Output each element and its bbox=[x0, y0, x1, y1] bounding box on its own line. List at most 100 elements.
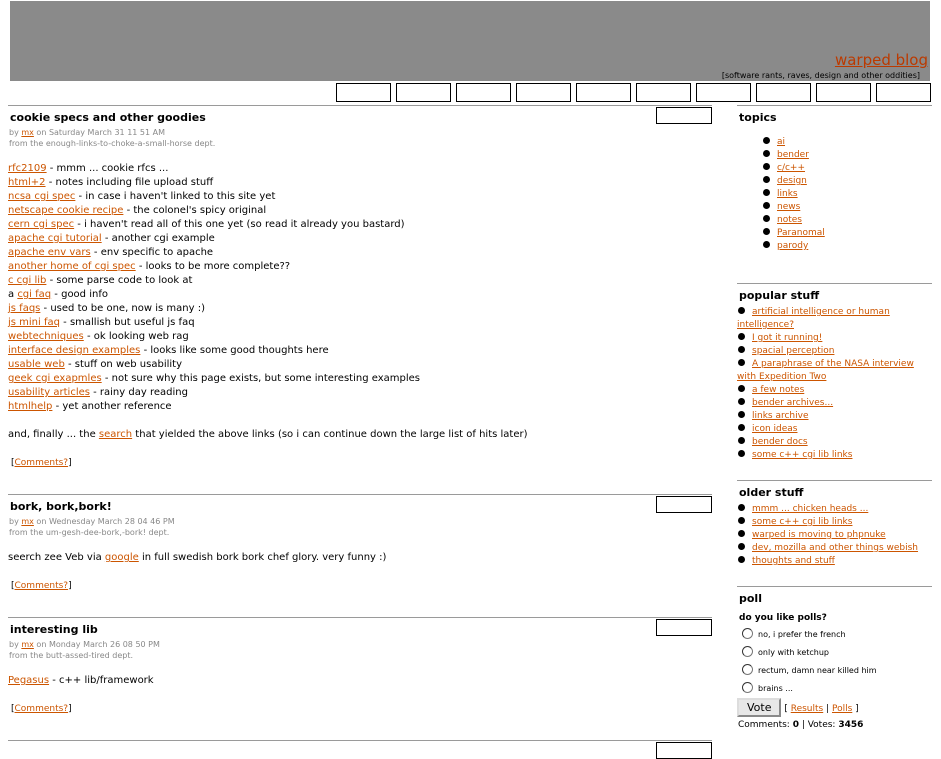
line-text: seerch zee Veb via bbox=[8, 552, 105, 563]
popular-link[interactable]: spacial perception bbox=[752, 346, 834, 356]
popular-list: artificial intelligence or human intelli… bbox=[737, 306, 932, 462]
poll-radio[interactable] bbox=[742, 664, 753, 675]
post-line: apache env vars - env specific to apache bbox=[8, 246, 712, 260]
poll-vote-row: Vote [ Results | Polls ] bbox=[737, 698, 932, 717]
post-link[interactable]: c cgi lib bbox=[8, 275, 46, 286]
post-link[interactable]: cgi faq bbox=[17, 289, 51, 300]
post-link[interactable]: js mini faq bbox=[8, 317, 60, 328]
post-meta: by mx on Monday March 26 08 50 PM from t… bbox=[8, 639, 712, 661]
vote-button[interactable]: Vote bbox=[737, 698, 782, 717]
post-body: rfc2109 - mmm ... cookie rfcs ... html+2… bbox=[8, 162, 712, 442]
nav-box[interactable] bbox=[516, 83, 571, 102]
poll-archive-link[interactable]: Polls bbox=[832, 704, 852, 714]
post-link[interactable]: apache cgi tutorial bbox=[8, 233, 102, 244]
post-author-link[interactable]: mx bbox=[21, 128, 34, 137]
poll-results-link[interactable]: Results bbox=[791, 704, 824, 714]
nav-box[interactable] bbox=[636, 83, 691, 102]
popular-item: spacial perception bbox=[737, 345, 932, 358]
popular-link[interactable]: bender archives... bbox=[752, 398, 833, 408]
popular-item: links archive bbox=[737, 410, 932, 423]
post-link[interactable]: html+2 bbox=[8, 177, 46, 188]
popular-title: popular stuff bbox=[739, 289, 820, 302]
older-link[interactable]: dev, mozilla and other things webish bbox=[752, 543, 918, 553]
popular-item: some c++ cgi lib links bbox=[737, 449, 932, 462]
post-line: netscape cookie recipe - the colonel's s… bbox=[8, 204, 712, 218]
post-meta-by: by bbox=[9, 128, 22, 137]
post-link[interactable]: google bbox=[105, 552, 139, 563]
older-link[interactable]: some c++ cgi lib links bbox=[752, 517, 852, 527]
line-text: - ok looking web rag bbox=[83, 331, 189, 342]
nav-box[interactable] bbox=[576, 83, 631, 102]
popular-link[interactable]: artificial intelligence or human intelli… bbox=[737, 307, 890, 330]
topic-link[interactable]: bender bbox=[777, 150, 809, 160]
nav-box[interactable] bbox=[816, 83, 871, 102]
post-link[interactable]: ncsa cgi spec bbox=[8, 191, 75, 202]
comments-link[interactable]: Comments? bbox=[15, 458, 69, 468]
post-link[interactable]: geek cgi exapmles bbox=[8, 373, 102, 384]
nav-box[interactable] bbox=[336, 83, 391, 102]
post-link[interactable]: apache env vars bbox=[8, 247, 91, 258]
post-link[interactable]: Pegasus bbox=[8, 675, 49, 686]
nav-box[interactable] bbox=[756, 83, 811, 102]
line-text: - mmm ... cookie rfcs ... bbox=[46, 163, 169, 174]
popular-link[interactable]: bender docs bbox=[752, 437, 808, 447]
topic-link[interactable]: notes bbox=[777, 215, 802, 225]
post-title: interesting lib bbox=[10, 623, 98, 636]
topic-link[interactable]: Paranomal bbox=[777, 228, 825, 238]
post-link[interactable]: search bbox=[99, 429, 132, 440]
older-link[interactable]: warped is moving to phpnuke bbox=[752, 530, 886, 540]
site-title-link[interactable]: warped blog bbox=[835, 51, 928, 69]
topic-link[interactable]: design bbox=[777, 176, 807, 186]
post-link[interactable]: interface design examples bbox=[8, 345, 140, 356]
post-link[interactable]: webtechniques bbox=[8, 331, 84, 342]
popular-link[interactable]: I got it running! bbox=[752, 333, 822, 343]
post-author-link[interactable]: mx bbox=[21, 640, 34, 649]
post-line: htmlhelp - yet another reference bbox=[8, 400, 712, 414]
topic-link[interactable]: ai bbox=[777, 137, 785, 147]
post-link[interactable]: js faqs bbox=[8, 303, 40, 314]
popular-link[interactable]: a few notes bbox=[752, 385, 804, 395]
popular-link[interactable]: A paraphrase of the NASA interview with … bbox=[737, 359, 914, 382]
nav-box[interactable] bbox=[396, 83, 451, 102]
bullet-icon bbox=[738, 333, 745, 340]
older-item: mmm ... chicken heads ... bbox=[737, 503, 932, 516]
nav-box[interactable] bbox=[456, 83, 511, 102]
older-link[interactable]: thoughts and stuff bbox=[752, 556, 835, 566]
popular-link[interactable]: some c++ cgi lib links bbox=[752, 450, 852, 460]
nav-box[interactable] bbox=[876, 83, 931, 102]
bullet-icon bbox=[763, 202, 770, 209]
topic-link[interactable]: news bbox=[777, 202, 800, 212]
topic-link[interactable]: links bbox=[777, 189, 798, 199]
post-author-link[interactable]: mx bbox=[21, 517, 34, 526]
topic-link[interactable]: parody bbox=[777, 241, 808, 251]
popular-link[interactable]: links archive bbox=[752, 411, 809, 421]
comments-link[interactable]: Comments? bbox=[15, 581, 69, 591]
poll-radio[interactable] bbox=[742, 628, 753, 639]
older-item: some c++ cgi lib links bbox=[737, 516, 932, 529]
post-line: c cgi lib - some parse code to look at bbox=[8, 274, 712, 288]
post-link[interactable]: netscape cookie recipe bbox=[8, 205, 123, 216]
poll-radio[interactable] bbox=[742, 682, 753, 693]
poll-option-label: only with ketchup bbox=[758, 648, 830, 657]
post-link[interactable]: another home of cgi spec bbox=[8, 261, 136, 272]
nav-box[interactable] bbox=[696, 83, 751, 102]
poll-radio[interactable] bbox=[742, 646, 753, 657]
topic-item: news bbox=[763, 201, 932, 214]
bullet-icon bbox=[763, 215, 770, 222]
post-link[interactable]: usable web bbox=[8, 359, 65, 370]
post-dept: from the butt-assed-tired dept. bbox=[9, 651, 134, 660]
post-meta-date: on Saturday March 31 11 51 AM bbox=[33, 128, 166, 137]
older-link[interactable]: mmm ... chicken heads ... bbox=[752, 504, 868, 514]
line-text: - c++ lib/framework bbox=[49, 675, 154, 686]
topic-link[interactable]: c/c++ bbox=[777, 163, 805, 173]
post-link[interactable]: cern cgi spec bbox=[8, 219, 74, 230]
post-link[interactable]: usability articles bbox=[8, 387, 90, 398]
post-link[interactable]: rfc2109 bbox=[8, 163, 47, 174]
popular-link[interactable]: icon ideas bbox=[752, 424, 797, 434]
post-header-box bbox=[656, 496, 712, 513]
post-link[interactable]: htmlhelp bbox=[8, 401, 52, 412]
bullet-icon bbox=[738, 359, 745, 366]
line-text: - yet another reference bbox=[52, 401, 172, 412]
comments-link[interactable]: Comments? bbox=[15, 704, 69, 714]
